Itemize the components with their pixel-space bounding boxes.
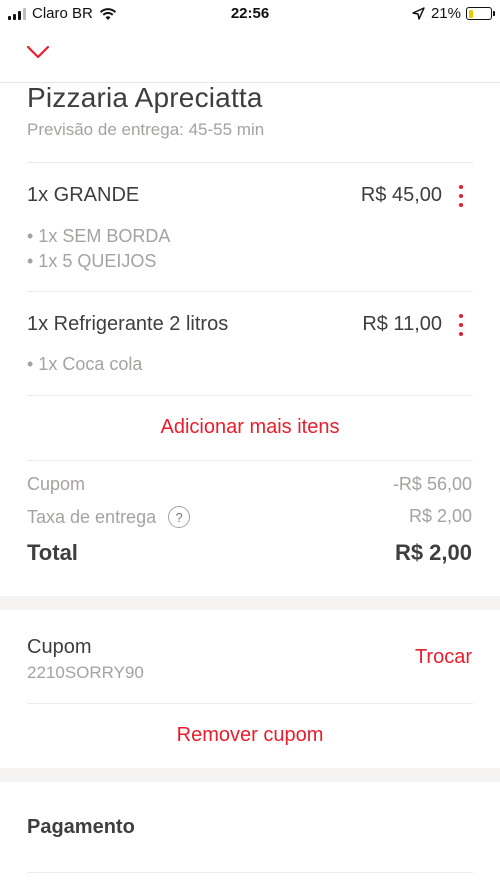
status-bar: Claro BR 22:56 21% [0,0,500,30]
section-separator [0,768,500,782]
order-screen: Claro BR 22:56 21% Pizzaria Apreciatta P… [0,0,500,889]
coupon-code: 2210SORRY90 [27,663,144,682]
payment-section-title: Pagamento [27,816,135,838]
divider [27,460,473,461]
chevron-down-icon[interactable] [26,44,50,60]
delivery-fee-label: Taxa de entrega [27,506,157,527]
divider [27,872,473,873]
item-price: R$ 11,00 [362,313,442,335]
divider [27,291,473,292]
coupon-section-label: Cupom [27,636,92,658]
battery-level [468,9,473,18]
item-title: 1x GRANDE [27,184,140,206]
location-arrow-icon [412,7,425,20]
total-value: R$ 2,00 [394,540,472,565]
delivery-fee-row: Taxa de entrega ? [27,506,191,528]
item-option: • 1x Coca cola [27,354,143,374]
remove-coupon-button[interactable]: Remover cupom [0,724,500,747]
divider [27,162,473,163]
item-options-menu-icon[interactable] [458,185,464,207]
battery-icon [466,7,495,20]
restaurant-name: Pizzaria Apreciatta [27,82,263,113]
delivery-fee-value: R$ 2,00 [408,506,472,526]
item-price: R$ 45,00 [360,184,442,206]
swap-coupon-button[interactable]: Trocar [415,646,472,669]
coupon-discount-value: -R$ 56,00 [392,474,472,494]
item-title: 1x Refrigerante 2 litros [27,313,229,335]
total-label: Total [27,540,78,565]
coupon-discount-label: Cupom [27,474,86,494]
divider [27,395,473,396]
battery-percent: 21% [430,5,461,22]
divider [27,703,473,704]
item-option: • 1x 5 QUEIJOS [27,251,157,271]
status-right: 21% [412,5,495,22]
add-more-items-button[interactable]: Adicionar mais itens [0,416,500,439]
item-option: • 1x SEM BORDA [27,226,171,246]
delivery-estimate: Previsão de entrega: 45-55 min [27,120,265,139]
section-separator [0,596,500,610]
help-icon[interactable]: ? [168,506,191,528]
item-options-menu-icon[interactable] [458,314,464,336]
